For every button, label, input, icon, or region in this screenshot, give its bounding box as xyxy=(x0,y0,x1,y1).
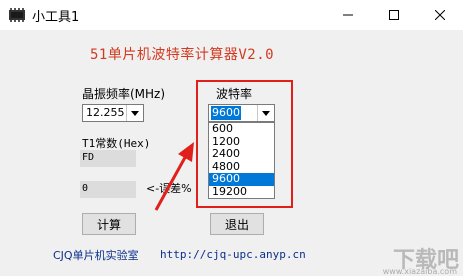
footer-url[interactable]: http://cjq-upc.anyp.cn xyxy=(160,248,306,261)
watermark-url: www.xiazaiba.com xyxy=(382,267,457,276)
minimize-button[interactable] xyxy=(325,0,371,30)
app-heading: 51单片机波特率计算器V2.0 xyxy=(90,47,275,63)
minimize-icon xyxy=(343,14,353,16)
close-button[interactable] xyxy=(417,0,463,30)
error-value: 0 xyxy=(82,183,89,194)
crystal-combobox[interactable]: 12.255 xyxy=(82,104,144,122)
maximize-icon xyxy=(389,10,399,20)
t1-value: FD xyxy=(82,152,95,163)
calculate-button[interactable]: 计算 xyxy=(82,213,136,235)
t1-label: T1常数(Hex) xyxy=(82,137,151,150)
close-icon xyxy=(435,10,445,20)
highlight-box xyxy=(196,80,293,208)
crystal-label: 晶振频率(MHz) xyxy=(82,87,166,101)
title-bar: 小工具1 xyxy=(0,0,463,30)
red-arrow-icon xyxy=(154,142,194,211)
app-window: 小工具1 51单片机波特率计算器V2.0 晶振频率(MHz) 12.255 波特… xyxy=(0,0,463,276)
footer-brand: CJQ单片机实验室 xyxy=(53,249,139,262)
crystal-value: 12.255 xyxy=(86,106,125,119)
maximize-button[interactable] xyxy=(371,0,417,30)
client-area: 51单片机波特率计算器V2.0 晶振频率(MHz) 12.255 波特率 960… xyxy=(0,30,463,276)
error-field: 0 xyxy=(80,181,136,198)
exit-button[interactable]: 退出 xyxy=(210,213,264,235)
t1-field: FD xyxy=(80,150,136,167)
app-icon xyxy=(9,8,25,22)
window-title: 小工具1 xyxy=(32,10,80,25)
chevron-down-icon[interactable] xyxy=(126,105,143,121)
